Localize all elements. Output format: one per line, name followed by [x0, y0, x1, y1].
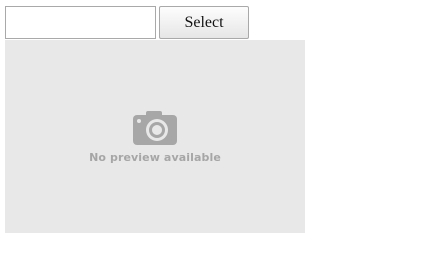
no-preview-text: No preview available	[89, 151, 221, 164]
file-path-input[interactable]	[5, 6, 156, 39]
select-button[interactable]: Select	[159, 6, 249, 39]
image-preview-placeholder: No preview available	[5, 40, 305, 233]
image-picker: Select No preview available	[0, 0, 443, 267]
camera-icon	[132, 110, 178, 146]
